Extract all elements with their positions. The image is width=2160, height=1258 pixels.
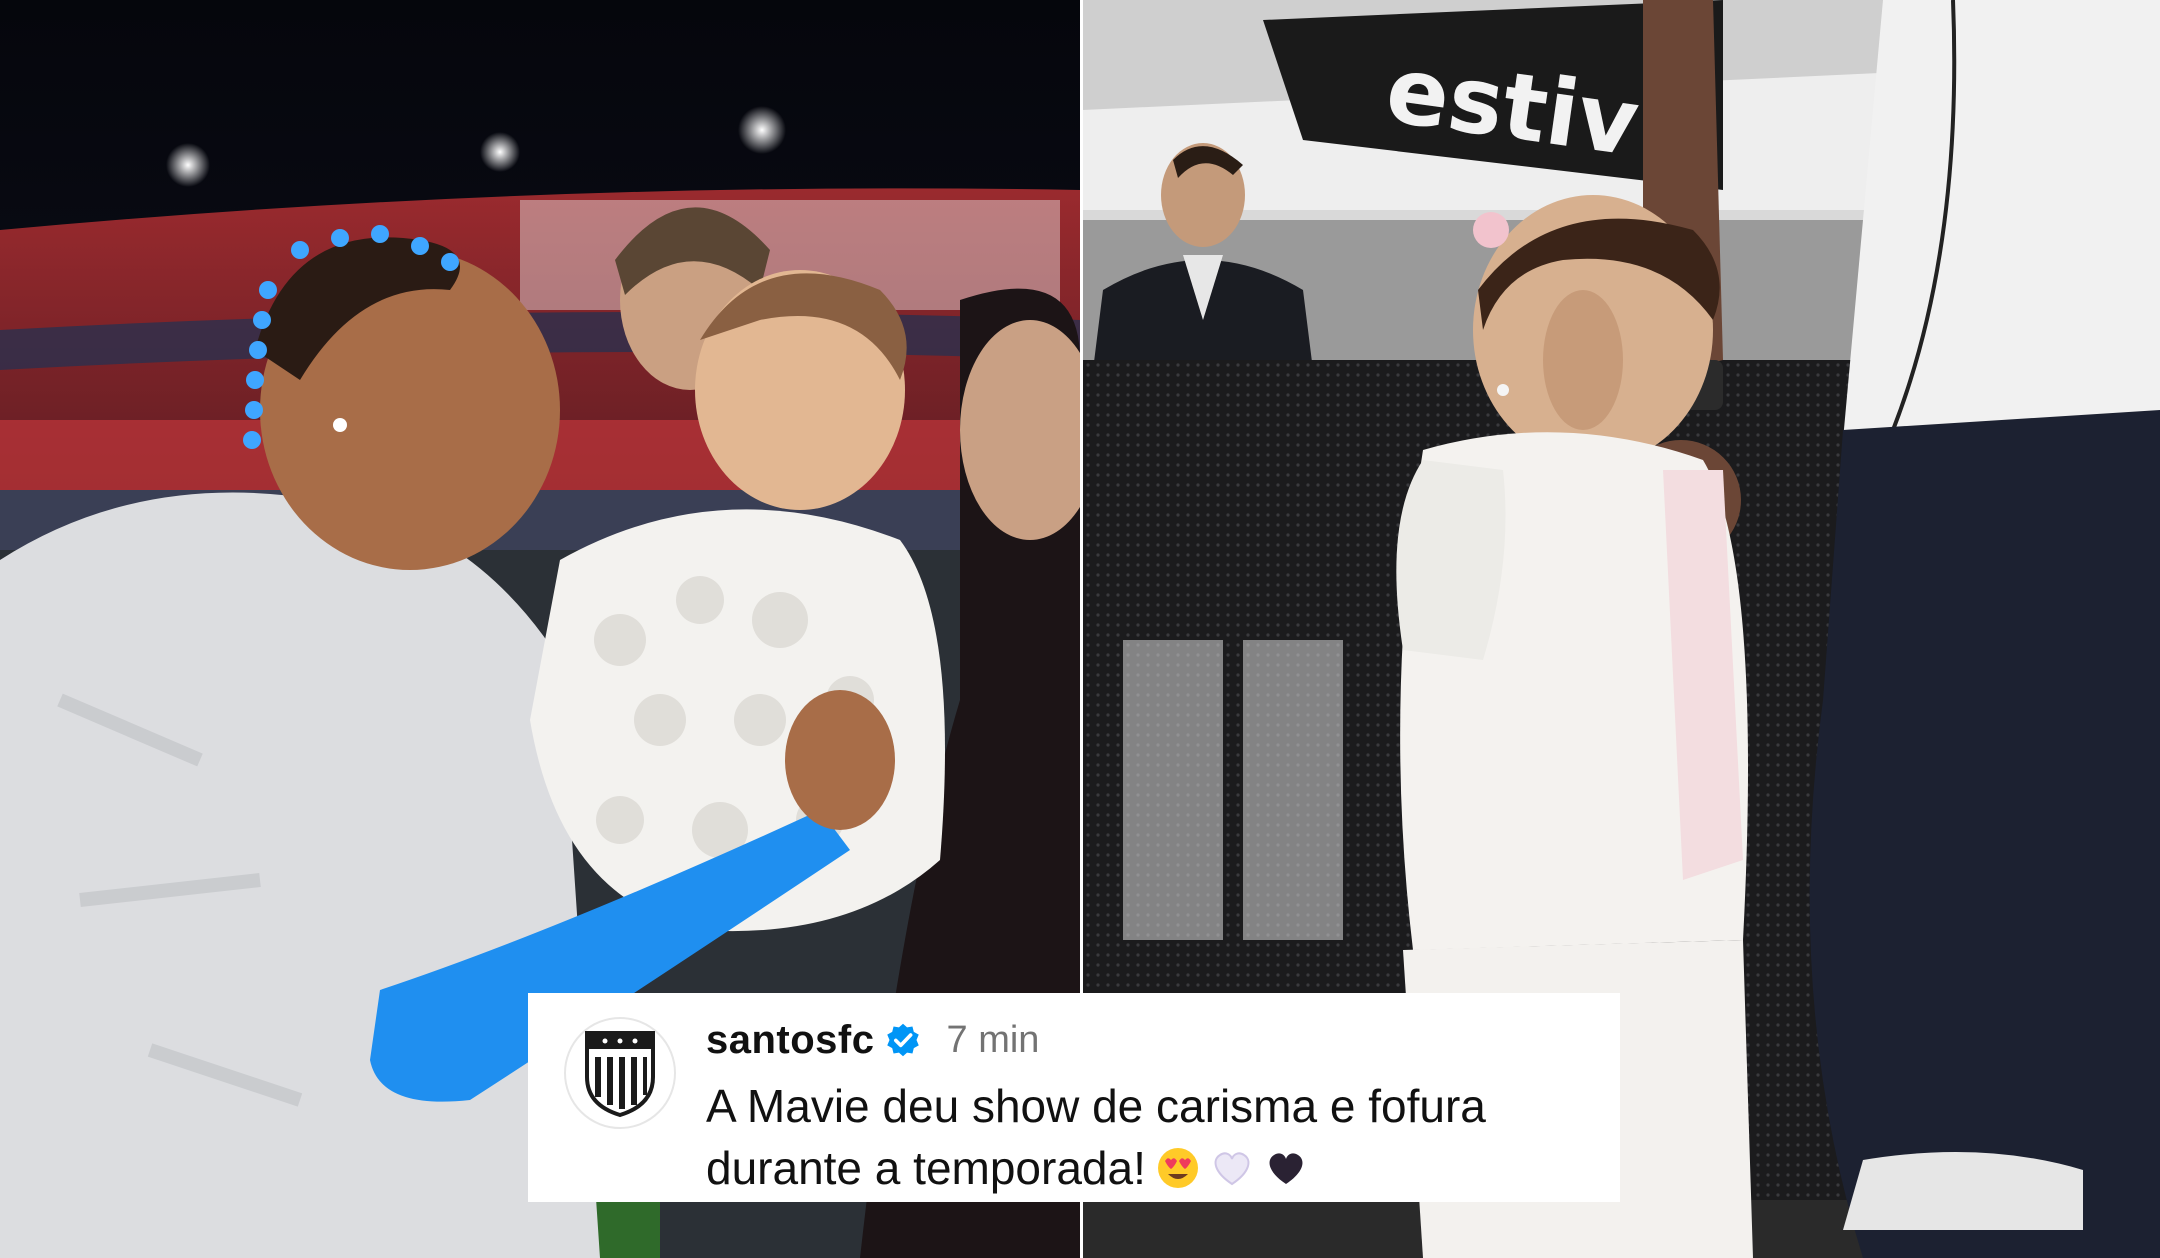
verified-badge-icon (886, 1023, 919, 1057)
santos-logo-avatar[interactable] (564, 1017, 676, 1129)
comment-text: A Mavie deu show de carisma e fofura dur… (706, 1075, 1606, 1199)
comment-timestamp: 7 min (946, 1018, 1040, 1061)
instagram-comment-card: santosfc 7 min A Mavie deu show de caris… (528, 993, 1620, 1202)
username[interactable]: santosfc (706, 1018, 875, 1063)
comment-body: santosfc 7 min A Mavie deu show de caris… (706, 1011, 1606, 1199)
comment-text-content: A Mavie deu show de carisma e fofura dur… (706, 1080, 1486, 1194)
smiling-face-with-heart-eyes-icon (1157, 1148, 1198, 1188)
comment-header: santosfc 7 min (706, 1011, 1606, 1069)
santos-crest-icon (585, 1031, 655, 1118)
black-heart-icon (1269, 1153, 1303, 1184)
white-heart-icon (1214, 1152, 1250, 1186)
